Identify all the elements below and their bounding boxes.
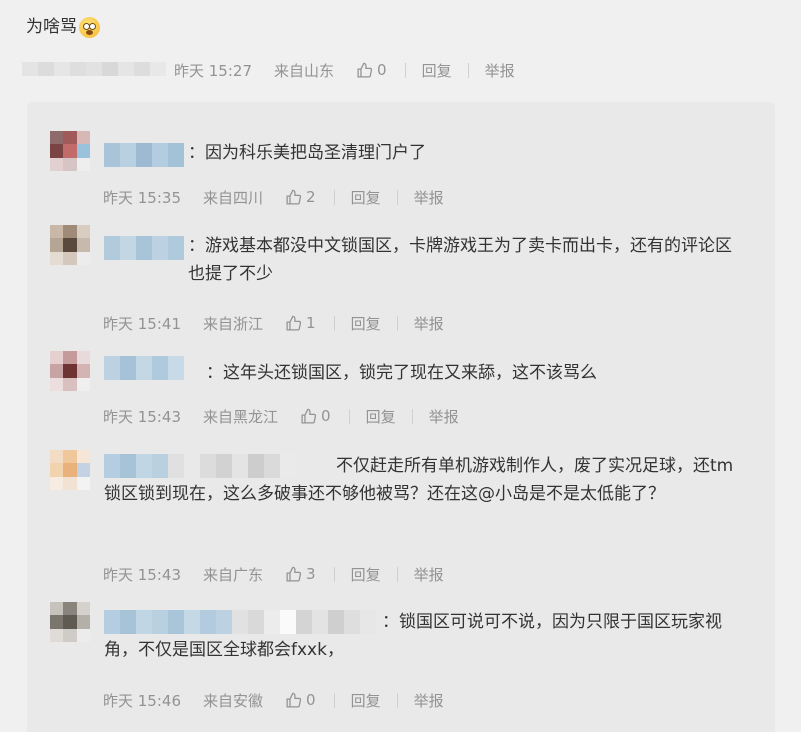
divider — [404, 62, 406, 78]
divider — [396, 692, 398, 708]
report-button[interactable]: 举报 — [414, 187, 444, 208]
reply-meta: 昨天 15:43 来自黑龙江 0 回复 举报 — [103, 406, 475, 426]
root-username-blurred[interactable] — [22, 62, 166, 76]
report-button[interactable]: 举报 — [414, 313, 444, 334]
reply-text: ：因为科乐美把岛圣清理门户了 — [188, 143, 426, 163]
root-comment-text: 为啥骂 — [26, 15, 100, 39]
divider — [348, 408, 350, 424]
like-button[interactable]: 0 — [300, 407, 331, 425]
astonished-face-emoji-icon — [79, 16, 100, 38]
report-button[interactable]: 举报 — [485, 60, 515, 81]
reply-text: ：游戏基本都没中文锁国区，卡牌游戏王为了卖卡而出卡，还有的评论区也提了不少 — [188, 236, 732, 284]
like-button[interactable]: 0 — [356, 61, 387, 79]
avatar[interactable] — [50, 450, 90, 490]
root-comment-content: 为啥骂 — [26, 17, 77, 37]
report-button[interactable]: 举报 — [414, 690, 444, 711]
like-count: 0 — [321, 407, 331, 425]
comment-location: 来自山东 — [274, 61, 335, 80]
reply-meta: 昨天 15:46 来自安徽 0 回复 举报 — [103, 690, 460, 710]
reply-text: ：这年头还锁国区，锁完了现在又来舔，这不该骂么 — [206, 363, 597, 383]
comment-location: 来自浙江 — [203, 314, 264, 333]
like-button[interactable]: 0 — [285, 691, 316, 709]
comment-location: 来自黑龙江 — [203, 407, 279, 426]
thumbs-up-icon — [286, 189, 302, 205]
like-count: 0 — [377, 61, 387, 79]
reply-username-blurred[interactable] — [104, 236, 184, 260]
like-count: 0 — [306, 691, 316, 709]
divider — [396, 315, 398, 331]
divider — [396, 566, 398, 582]
root-comment-meta: 昨天 15:27 来自山东 0 回复 举报 — [174, 60, 531, 80]
like-count: 2 — [306, 188, 316, 206]
divider — [333, 189, 335, 205]
avatar[interactable] — [50, 351, 90, 391]
divider — [396, 189, 398, 205]
comment-location: 来自广东 — [203, 565, 264, 584]
reply-meta: 昨天 15:43 来自广东 3 回复 举报 — [103, 564, 460, 584]
reply-username-blurred[interactable] — [104, 356, 184, 380]
avatar[interactable] — [50, 225, 90, 265]
comment-time: 昨天 15:35 — [103, 188, 181, 207]
reply-button[interactable]: 回复 — [351, 187, 381, 208]
thumbs-up-icon — [286, 692, 302, 708]
comment-location: 来自安徽 — [203, 691, 264, 710]
reply-button[interactable]: 回复 — [366, 406, 396, 427]
reply-text: ：锁国区可说可不说，因为只限于国区玩家视角，不仅是国区全球都会fxxk， — [104, 612, 722, 660]
avatar[interactable] — [50, 131, 90, 171]
like-button[interactable]: 3 — [285, 565, 316, 583]
reply-button[interactable]: 回复 — [351, 690, 381, 711]
comment-location: 来自四川 — [203, 188, 264, 207]
divider — [333, 315, 335, 331]
report-button[interactable]: 举报 — [414, 564, 444, 585]
reply-username-blurred[interactable] — [104, 143, 184, 167]
divider — [333, 566, 335, 582]
comment-time: 昨天 15:41 — [103, 314, 181, 333]
reply-meta: 昨天 15:35 来自四川 2 回复 举报 — [103, 187, 460, 207]
like-button[interactable]: 2 — [285, 188, 316, 206]
thumbs-up-icon — [301, 408, 317, 424]
reply-button[interactable]: 回复 — [351, 564, 381, 585]
comment-time: 昨天 15:43 — [103, 565, 181, 584]
like-count: 1 — [306, 314, 316, 332]
divider — [411, 408, 413, 424]
comment-time: 昨天 15:43 — [103, 407, 181, 426]
report-button[interactable]: 举报 — [429, 406, 459, 427]
reply-button[interactable]: 回复 — [422, 60, 452, 81]
like-button[interactable]: 1 — [285, 314, 316, 332]
divider — [467, 62, 469, 78]
thumbs-up-icon — [357, 62, 373, 78]
thumbs-up-icon — [286, 566, 302, 582]
comment-time: 昨天 15:46 — [103, 691, 181, 710]
thumbs-up-icon — [286, 315, 302, 331]
like-count: 3 — [306, 565, 316, 583]
reply-button[interactable]: 回复 — [351, 313, 381, 334]
divider — [333, 692, 335, 708]
avatar[interactable] — [50, 602, 90, 642]
reply-meta: 昨天 15:41 来自浙江 1 回复 举报 — [103, 313, 460, 333]
comment-thread: 为啥骂 昨天 15:27 来自山东 0 回复 举报 ：因为科乐美把岛圣清理门户了… — [0, 0, 801, 732]
reply-text: 不仅赶走所有单机游戏制作人，废了实况足球，还tm锁区锁到现在，这么多破事还不够他… — [104, 456, 734, 504]
comment-time: 昨天 15:27 — [174, 61, 252, 80]
